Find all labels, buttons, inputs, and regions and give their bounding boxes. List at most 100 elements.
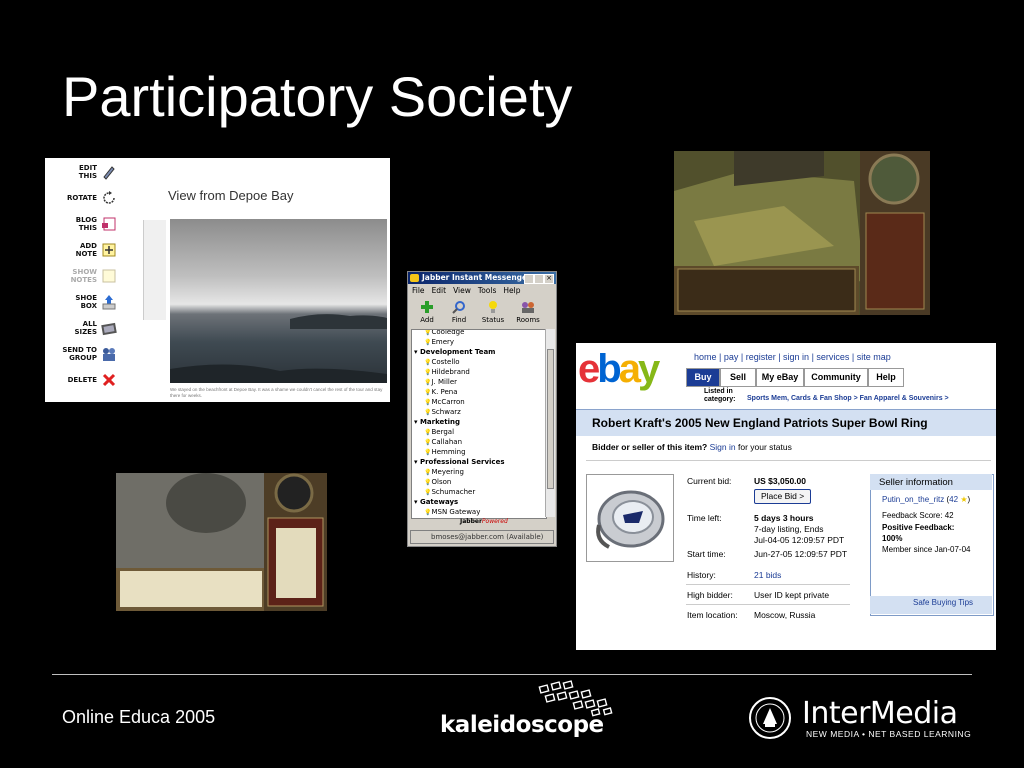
action-notes[interactable]: SHOW NOTES xyxy=(45,268,117,284)
ebay-logo: ebay xyxy=(578,347,660,392)
action-pencil[interactable]: EDIT THIS xyxy=(45,164,117,180)
category-breadcrumb[interactable]: Sports Mem, Cards & Fan Shop > Fan Appar… xyxy=(747,395,949,402)
photo-title: View from Depoe Bay xyxy=(168,188,294,203)
roster-name: Bergal xyxy=(431,428,455,436)
action-blog[interactable]: BLOG THIS xyxy=(45,216,117,232)
detail-label: History: xyxy=(687,570,716,580)
menu-bar: File Edit View Tools Help xyxy=(412,286,528,295)
menu-file[interactable]: File xyxy=(412,286,425,295)
roster-group[interactable]: ▾ Marketing xyxy=(414,417,460,427)
ebay-top-nav[interactable]: home | pay | register | sign in | servic… xyxy=(694,352,891,362)
title-bar: Jabber Instant Messenger × xyxy=(408,272,556,284)
action-label: SEND TO GROUP xyxy=(62,346,97,362)
pencil-icon xyxy=(103,166,115,180)
rooms-button[interactable]: Rooms xyxy=(511,300,545,324)
roster-scrollbar[interactable] xyxy=(545,329,555,517)
rotate-icon xyxy=(103,191,115,204)
bidder-notice: Bidder or seller of this item? Sign in f… xyxy=(592,442,792,452)
add-button[interactable]: Add xyxy=(410,300,444,324)
seascape-photo xyxy=(170,219,387,383)
university-seal-icon xyxy=(749,697,791,739)
detail-value: Jun-27-05 12:09:57 PDT xyxy=(754,549,848,559)
roster-name: Hemming xyxy=(431,448,466,456)
menu-edit[interactable]: Edit xyxy=(432,286,447,295)
roster-name: Hildebrand xyxy=(431,368,470,376)
window-title: Jabber Instant Messenger xyxy=(422,273,531,282)
rooms-icon xyxy=(522,302,534,313)
action-shoebox[interactable]: SHOE BOX xyxy=(45,294,117,310)
tab-my-ebay[interactable]: My eBay xyxy=(756,368,804,387)
detail-value[interactable]: 21 bids xyxy=(754,570,781,581)
roster-name: Costello xyxy=(431,358,460,366)
action-note[interactable]: ADD NOTE xyxy=(45,242,117,258)
action-rotate[interactable]: ROTATE xyxy=(45,190,117,206)
find-label: Find xyxy=(451,316,467,324)
divider xyxy=(586,460,991,461)
powered-by: JabberPowered xyxy=(460,518,508,525)
seller-name[interactable]: Putin_on_the_ritz (42 ★) xyxy=(882,495,970,504)
ring-photo[interactable] xyxy=(586,474,674,562)
footer-divider xyxy=(52,674,972,675)
game-screenshot-bottom xyxy=(116,473,327,611)
roster-name: Callahan xyxy=(431,438,463,446)
listed-label: Listed in category: xyxy=(704,388,736,403)
roster-group[interactable]: ▾ Professional Services xyxy=(414,457,505,467)
roster-name: K. Pena xyxy=(431,388,458,396)
tab-buy[interactable]: Buy xyxy=(686,368,720,387)
intermedia-logo: InterMedia xyxy=(802,696,958,731)
slide-title: Participatory Society xyxy=(62,65,573,128)
rooms-label: Rooms xyxy=(516,316,540,324)
detail-label: Item location: xyxy=(687,610,738,620)
place-bid-button[interactable]: Place Bid > xyxy=(754,489,812,504)
action-sizes[interactable]: ALL SIZES xyxy=(45,320,117,336)
game-screenshot-top xyxy=(674,151,930,315)
jabber-logo-icon xyxy=(410,274,419,282)
row-divider xyxy=(686,584,850,585)
menu-view[interactable]: View xyxy=(453,286,471,295)
detail-value: 5 days 3 hours 7-day listing, Ends Jul-04-… xyxy=(754,513,845,545)
seller-heading: Seller information xyxy=(879,477,953,488)
find-button[interactable]: Find xyxy=(442,300,476,324)
safe-buying-tips-link[interactable]: Safe Buying Tips xyxy=(913,598,973,607)
roster-name: Development Team xyxy=(419,348,496,356)
powered-word: Powered xyxy=(481,518,508,525)
bidder-suffix: for your status xyxy=(738,442,792,452)
status-bar[interactable]: bmoses@jabber.com (Available) xyxy=(410,530,554,544)
close-button[interactable]: × xyxy=(544,274,554,284)
roster-list: 💡Cooledge 💡Emery ▾ Development Team 💡Costel… xyxy=(411,329,547,519)
item-title: Robert Kraft's 2005 New England Patriots… xyxy=(592,416,928,430)
roster-name: Emery xyxy=(431,338,455,346)
sizes-icon xyxy=(101,322,117,336)
row-divider xyxy=(686,604,850,605)
detail-value: Moscow, Russia xyxy=(754,610,816,620)
group-icon xyxy=(103,348,115,361)
delete-icon xyxy=(102,373,116,387)
roster-group[interactable]: ▾ Development Team xyxy=(414,347,495,357)
menu-tools[interactable]: Tools xyxy=(478,286,496,295)
tab-help[interactable]: Help xyxy=(868,368,904,387)
seller-name-link[interactable]: Putin_on_the_ritz xyxy=(882,495,944,504)
sign-in-link[interactable]: Sign in xyxy=(710,442,736,452)
maximize-button[interactable] xyxy=(534,274,544,284)
feedback-score: Feedback Score: 42 xyxy=(882,511,954,520)
roster-contact[interactable]: 💡MSN Gateway xyxy=(424,507,480,518)
positive-feedback-value: 100% xyxy=(882,534,903,543)
member-since: Member since Jan-07-04 xyxy=(882,545,971,554)
roster-name: Schwarz xyxy=(431,408,461,416)
roster-name: Schumacher xyxy=(431,488,476,496)
menu-help[interactable]: Help xyxy=(503,286,520,295)
action-label: SHOW NOTES xyxy=(70,268,97,284)
tab-community[interactable]: Community xyxy=(804,368,868,387)
tab-sell[interactable]: Sell xyxy=(720,368,756,387)
minimize-button[interactable] xyxy=(524,274,534,284)
status-button[interactable]: Status xyxy=(476,300,510,324)
feedback-link[interactable]: 42 xyxy=(949,495,958,504)
action-label: EDIT THIS xyxy=(78,164,97,180)
action-delete[interactable]: DELETE xyxy=(45,372,117,388)
roster-group[interactable]: ▾ Gateways xyxy=(414,497,458,507)
roster-name: Gateways xyxy=(419,498,459,506)
action-group[interactable]: SEND TO GROUP xyxy=(45,346,117,362)
action-label: ADD NOTE xyxy=(75,242,97,258)
detail-label: Current bid: xyxy=(687,476,732,486)
add-label: Add xyxy=(420,316,434,324)
